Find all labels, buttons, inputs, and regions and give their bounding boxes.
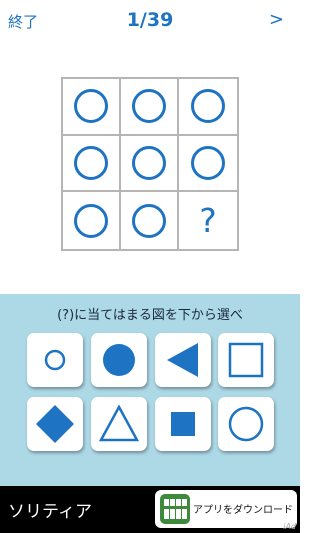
grid-cell: [63, 79, 121, 136]
circle-outline-icon: [132, 203, 166, 238]
choice-filled-left-triangle[interactable]: [155, 333, 211, 387]
grid-cell-unknown: ?: [179, 192, 237, 249]
filled-left-triangle-icon: [167, 343, 198, 377]
ad-cta-label: アプリをダウンロード: [193, 505, 293, 516]
square-outline-icon: [228, 342, 264, 378]
instruction-text: (?)に当てはまる図を下から選べ: [57, 308, 243, 323]
grid-cell: [63, 135, 121, 193]
circle-outline-icon: [132, 145, 166, 180]
filled-circle-icon: [103, 344, 135, 376]
question-grid: ?: [61, 77, 239, 251]
circle-outline-icon: [228, 406, 264, 442]
top-bar: 終了 1/39 >: [0, 0, 300, 44]
choice-filled-square[interactable]: [155, 397, 211, 451]
filled-square-icon: [171, 412, 195, 436]
choice-small-circle-outline[interactable]: [27, 333, 83, 387]
choice-filled-diamond[interactable]: [27, 397, 83, 451]
grid-cell: [121, 135, 179, 193]
circle-outline-icon: [132, 89, 166, 124]
ad-banner[interactable]: ソリティア アプリをダウンロード iAd: [0, 486, 300, 533]
small-circle-outline-icon: [44, 349, 66, 371]
circle-outline-icon: [191, 145, 225, 180]
grid-cell: [121, 79, 179, 136]
filled-diamond-icon: [36, 405, 74, 443]
question-mark: ?: [199, 201, 217, 241]
solitaire-app-icon: [160, 494, 190, 524]
grid-cell: [121, 192, 179, 249]
next-button[interactable]: >: [269, 9, 284, 30]
grid-cell: [63, 192, 121, 249]
ad-download-button[interactable]: アプリをダウンロード: [155, 490, 297, 528]
circle-outline-icon: [74, 145, 108, 180]
choice-square-outline[interactable]: [218, 333, 274, 387]
iad-badge: iAd: [283, 522, 296, 531]
answer-area: (?)に当てはまる図を下から選べ: [0, 294, 300, 486]
question-progress: 1/39: [126, 9, 174, 31]
choice-filled-circle[interactable]: [91, 333, 147, 387]
grid-cell: [179, 136, 237, 193]
triangle-outline-icon: [98, 404, 140, 442]
circle-outline-icon: [74, 89, 108, 124]
grid-cell: [179, 79, 237, 136]
ad-title: ソリティア: [8, 502, 92, 522]
circle-outline-icon: [74, 203, 108, 238]
circle-outline-icon: [191, 89, 225, 124]
choice-triangle-outline[interactable]: [91, 397, 147, 451]
choice-circle-outline[interactable]: [218, 397, 274, 451]
end-button[interactable]: 終了: [8, 11, 38, 32]
